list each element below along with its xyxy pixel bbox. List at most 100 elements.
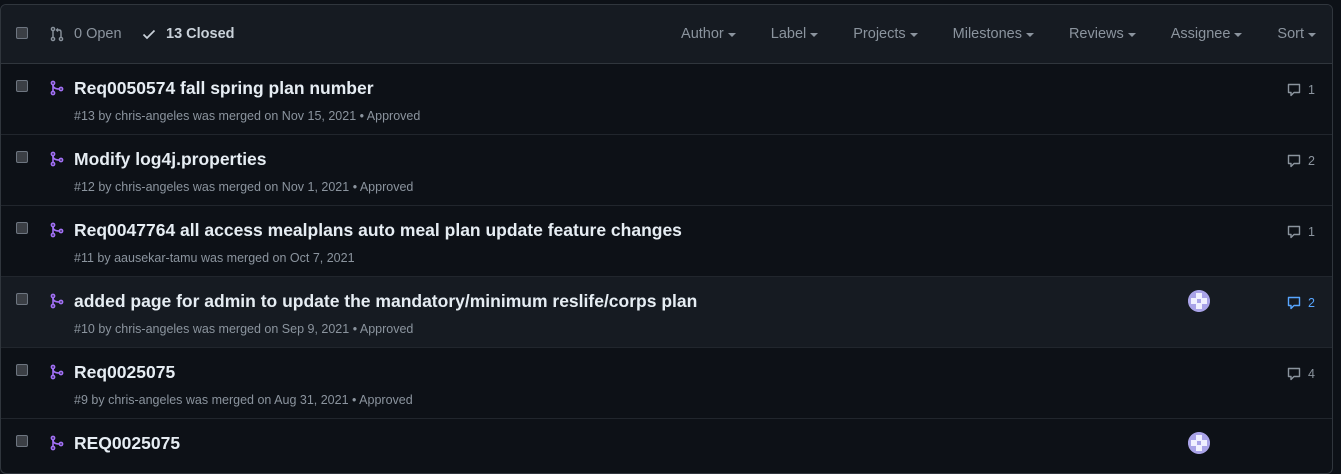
review-status[interactable]: • Approved xyxy=(353,322,414,336)
author-link[interactable]: chris-angeles xyxy=(115,322,189,336)
pull-request-title-link[interactable]: Req0025075 xyxy=(74,362,175,383)
git-pull-request-icon xyxy=(50,26,64,42)
milestones-filter-dropdown[interactable]: Milestones xyxy=(953,26,1034,42)
identicon-icon xyxy=(1188,432,1210,454)
pull-request-number: #9 xyxy=(74,393,88,407)
author-link[interactable]: chris-angeles xyxy=(115,109,189,123)
by-label: by xyxy=(98,180,112,194)
pull-request-row: added page for admin to update the manda… xyxy=(1,277,1332,348)
assignee-filter-dropdown[interactable]: Assignee xyxy=(1171,26,1243,42)
by-label: by xyxy=(91,393,105,407)
author-link[interactable]: aausekar-tamu xyxy=(114,251,197,265)
pull-request-row: Modify log4j.properties #12 by chris-ang… xyxy=(1,135,1332,206)
pull-request-meta: #10 by chris-angeles was merged on Sep 9… xyxy=(74,322,413,336)
by-label: by xyxy=(97,251,111,265)
projects-filter-label: Projects xyxy=(853,26,906,42)
pull-request-row: REQ0025075 xyxy=(1,419,1332,473)
row-checkbox[interactable] xyxy=(16,80,28,92)
label-filter-label: Label xyxy=(770,26,807,42)
row-checkbox[interactable] xyxy=(16,435,28,447)
assignee-avatar[interactable] xyxy=(1188,432,1210,454)
merged-date: was merged on Sep 9, 2021 xyxy=(192,322,350,336)
comment-icon xyxy=(1287,225,1301,239)
comment-count: 4 xyxy=(1308,367,1315,381)
author-link[interactable]: chris-angeles xyxy=(108,393,182,407)
issues-list-header: 0 Open 13 Closed Author Label Projects M… xyxy=(1,5,1332,64)
pull-request-meta: #9 by chris-angeles was merged on Aug 31… xyxy=(74,393,413,407)
check-icon xyxy=(142,29,156,40)
pull-request-number: #12 xyxy=(74,180,95,194)
comment-icon xyxy=(1287,367,1301,381)
row-checkbox[interactable] xyxy=(16,222,28,234)
chevron-down-icon xyxy=(1025,33,1034,37)
closed-filter-link[interactable]: 13 Closed xyxy=(141,26,235,42)
chevron-down-icon xyxy=(909,33,918,37)
merged-date: was merged on Nov 1, 2021 xyxy=(192,180,350,194)
pull-request-row: Req0050574 fall spring plan number #13 b… xyxy=(1,64,1332,135)
chevron-down-icon xyxy=(1308,33,1316,37)
pull-request-meta: #13 by chris-angeles was merged on Nov 1… xyxy=(74,109,420,123)
comment-count: 1 xyxy=(1308,225,1315,239)
author-link[interactable]: chris-angeles xyxy=(115,180,189,194)
closed-count-label: 13 Closed xyxy=(166,26,235,42)
row-checkbox[interactable] xyxy=(16,364,28,376)
milestones-filter-label: Milestones xyxy=(952,26,1022,42)
comments-link[interactable]: 2 xyxy=(1286,153,1315,169)
author-filter-dropdown[interactable]: Author xyxy=(681,26,736,42)
assignee-avatar[interactable] xyxy=(1188,290,1210,312)
review-status[interactable]: • Approved xyxy=(352,393,413,407)
git-merge-icon xyxy=(50,293,64,309)
chevron-down-icon xyxy=(1127,33,1136,37)
comments-link[interactable]: 1 xyxy=(1286,82,1315,98)
by-label: by xyxy=(98,322,112,336)
pull-request-number: #13 xyxy=(74,109,95,123)
git-merge-icon xyxy=(50,80,64,96)
sort-label: Sort xyxy=(1277,26,1304,42)
review-status[interactable]: • Approved xyxy=(360,109,421,123)
pull-request-title-link[interactable]: added page for admin to update the manda… xyxy=(74,291,697,312)
by-label: by xyxy=(98,109,112,123)
git-merge-icon xyxy=(50,364,64,380)
merged-date: was merged on Nov 15, 2021 xyxy=(192,109,357,123)
pull-request-title-link[interactable]: Modify log4j.properties xyxy=(74,149,267,170)
pull-request-number: #11 xyxy=(74,251,94,265)
pull-request-title-link[interactable]: Req0047764 all access mealplans auto mea… xyxy=(74,220,682,241)
pull-request-number: #10 xyxy=(74,322,95,336)
open-filter-link[interactable]: 0 Open xyxy=(49,26,122,42)
git-merge-icon xyxy=(50,435,64,451)
comment-icon xyxy=(1287,296,1301,310)
comment-count: 2 xyxy=(1308,296,1315,310)
comments-link[interactable]: 4 xyxy=(1286,366,1315,382)
select-all-checkbox[interactable] xyxy=(16,27,28,39)
chevron-down-icon xyxy=(1234,33,1243,37)
comment-icon xyxy=(1287,154,1301,168)
label-filter-dropdown[interactable]: Label xyxy=(770,26,819,42)
git-merge-icon xyxy=(50,222,64,238)
comments-link[interactable]: 1 xyxy=(1286,224,1315,240)
projects-filter-dropdown[interactable]: Projects xyxy=(853,26,918,42)
merged-date: was merged on Aug 31, 2021 xyxy=(185,393,349,407)
review-status[interactable]: • Approved xyxy=(353,180,414,194)
assignee-filter-label: Assignee xyxy=(1170,26,1231,42)
pull-request-row: Req0025075 #9 by chris-angeles was merge… xyxy=(1,348,1332,419)
pull-request-row: Req0047764 all access mealplans auto mea… xyxy=(1,206,1332,277)
comment-count: 1 xyxy=(1308,83,1315,97)
chevron-down-icon xyxy=(810,33,819,37)
sort-dropdown[interactable]: Sort xyxy=(1277,26,1316,42)
pull-request-meta: #12 by chris-angeles was merged on Nov 1… xyxy=(74,180,413,194)
comments-link[interactable]: 2 xyxy=(1286,295,1315,311)
git-merge-icon xyxy=(50,151,64,167)
comment-count: 2 xyxy=(1308,154,1315,168)
pull-request-meta: #11 by aausekar-tamu was merged on Oct 7… xyxy=(74,251,355,265)
pull-request-title-link[interactable]: Req0050574 fall spring plan number xyxy=(74,78,374,99)
issues-list-box: 0 Open 13 Closed Author Label Projects M… xyxy=(0,4,1333,474)
row-checkbox[interactable] xyxy=(16,293,28,305)
identicon-icon xyxy=(1188,290,1210,312)
row-checkbox[interactable] xyxy=(16,151,28,163)
author-filter-label: Author xyxy=(681,26,724,42)
pull-request-title-link[interactable]: REQ0025075 xyxy=(74,433,180,454)
filter-bar: Author Label Projects Milestones Reviews… xyxy=(646,26,1316,42)
reviews-filter-label: Reviews xyxy=(1068,26,1124,42)
reviews-filter-dropdown[interactable]: Reviews xyxy=(1069,26,1136,42)
comment-icon xyxy=(1287,83,1301,97)
